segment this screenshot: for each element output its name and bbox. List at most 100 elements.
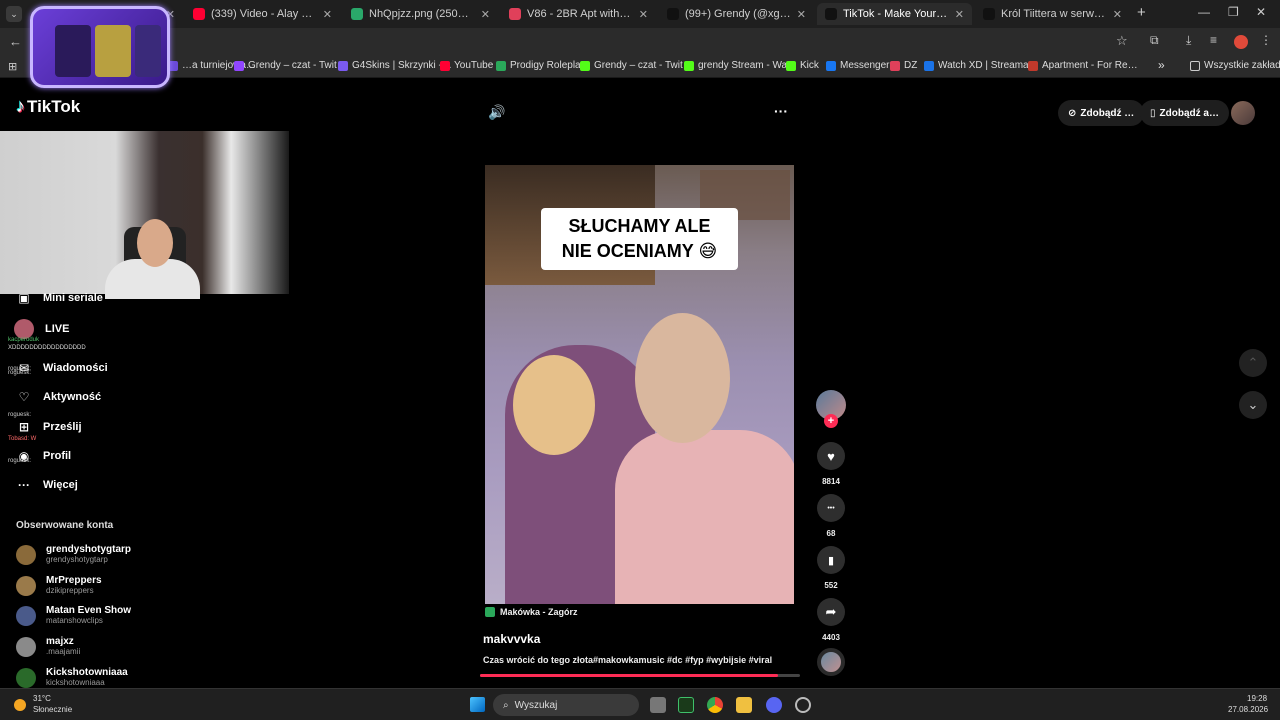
sidebar-item-0[interactable]: ▣ Mini seriale	[16, 290, 103, 306]
folder-icon	[1190, 60, 1200, 71]
bookmark-item[interactable]: Grendy – czat - Twit…	[234, 60, 347, 71]
bookmark-favicon-icon	[1028, 60, 1038, 71]
screen: ⌄ ✕(339) Video - Alay 2016 - YouTube✕NhQ…	[0, 0, 1280, 720]
user-avatar[interactable]	[1231, 101, 1255, 125]
sidebar-item-4[interactable]: ⊞ Prześlij	[16, 419, 82, 435]
bookmark-item[interactable]: Grendy – czat - Twit…	[580, 60, 693, 71]
tab-5[interactable]: TikTok - Make Your Day ✕	[817, 3, 972, 25]
all-bookmarks[interactable]: Wszystkie zakładki	[1190, 60, 1280, 71]
chat-message: XDDDDDDDDDDDDDDDDD	[8, 345, 86, 351]
sidebar-item-6[interactable]: ··· Więcej	[16, 477, 78, 493]
address-bar: ← ☆ ⧉ ⤓ ≡ ⋮	[0, 28, 1280, 56]
video-person-right-body	[615, 430, 794, 604]
tab-close-icon[interactable]: ✕	[955, 8, 964, 21]
tab-4[interactable]: (99+) Grendy (@xgrendy) | TikTok ✕	[659, 3, 814, 25]
get-coins-button[interactable]: ⊘ Zdobądź …	[1058, 100, 1145, 126]
tab-close-icon[interactable]: ✕	[639, 8, 648, 21]
discord-icon[interactable]	[766, 697, 782, 713]
tab-close-icon[interactable]: ✕	[323, 8, 332, 21]
previous-video-button[interactable]: ⌃	[1239, 349, 1267, 377]
app-green-icon[interactable]	[678, 697, 694, 713]
video-author[interactable]: makvvvka	[483, 632, 540, 646]
follow-plus-button[interactable]: +	[824, 414, 838, 428]
chat-message: roguesk:	[8, 458, 32, 464]
bookmark-item[interactable]: Watch XD | Streama…	[924, 60, 1039, 71]
more-options-icon[interactable]: ···	[774, 103, 788, 119]
bookmark-item[interactable]: G4Skins | Skrzynki -…	[338, 60, 452, 71]
bookmark-favicon-icon	[338, 60, 348, 71]
bookmark-item[interactable]: YouTube	[440, 60, 493, 71]
windows-start-icon[interactable]	[470, 697, 485, 712]
close-window-button[interactable]: ✕	[1256, 5, 1266, 19]
music-disc[interactable]	[817, 648, 845, 676]
account-name: grendyshotygtarp	[46, 544, 132, 555]
star-icon[interactable]: ☆	[1116, 33, 1128, 49]
download-icon[interactable]: ⤓	[1186, 33, 1191, 48]
like-button[interactable]: ♥	[817, 442, 845, 470]
comment-button[interactable]: •••	[817, 494, 845, 522]
tab-6[interactable]: Król Tiittera w serwisie X: „Czte… ✕	[975, 3, 1130, 25]
back-icon[interactable]: ←	[9, 34, 22, 49]
media-icon[interactable]: ≡	[1210, 33, 1217, 47]
followed-accounts-title: Obserwowane konta	[16, 520, 114, 531]
next-video-button[interactable]: ⌄	[1239, 391, 1267, 419]
get-app-button[interactable]: ▯ Zdobądź a…	[1140, 100, 1229, 126]
avatar	[16, 544, 36, 565]
followed-account[interactable]: majxz .maajamii	[16, 636, 80, 657]
tab-favicon-icon	[825, 8, 837, 20]
stream-overlay-badge	[30, 6, 170, 88]
bookmark-item[interactable]: DZ	[890, 60, 917, 71]
bookmark-item[interactable]: Kick	[786, 60, 819, 71]
browser-tab-bar: ⌄ ✕(339) Video - Alay 2016 - YouTube✕NhQ…	[0, 0, 1280, 28]
bookmark-item[interactable]: Messenger	[826, 60, 889, 71]
video-progress-bar[interactable]	[480, 674, 800, 677]
file-explorer-icon[interactable]	[736, 697, 752, 713]
followed-account[interactable]: MrPreppers dzikipreppers	[16, 575, 102, 596]
browser-menu-icon[interactable]: ⋮	[1260, 33, 1272, 47]
tab-search-icon[interactable]: ⌄	[6, 6, 22, 22]
taskbar-search[interactable]: ⌕ Wyszukaj	[493, 694, 639, 716]
comment-count: 68	[826, 529, 836, 538]
followed-account[interactable]: grendyshotygtarp grendyshotygtarp	[16, 544, 131, 565]
extensions-icon[interactable]: ⧉	[1150, 33, 1159, 48]
video-player[interactable]: SŁUCHAMY ALE NIE OCENIAMY 😅	[485, 165, 794, 604]
volume-icon[interactable]: 🔊	[488, 104, 505, 121]
tab-close-icon[interactable]: ✕	[1113, 8, 1122, 21]
bookmark-favicon-icon	[496, 60, 506, 71]
music-tag[interactable]: Makówka - Zagórz	[485, 607, 578, 617]
sidebar-item-label: LIVE	[45, 323, 70, 335]
coin-icon: ⊘	[1068, 107, 1077, 119]
tiktok-logo[interactable]: ♪ TikTok	[16, 96, 80, 117]
tab-3[interactable]: V86 - 2BR Apt with Stunning G… ✕	[501, 3, 656, 25]
share-button[interactable]: ➦	[817, 598, 845, 626]
bookmark-item[interactable]: Prodigy Roleplay	[496, 60, 586, 71]
profile-avatar[interactable]	[1234, 35, 1248, 49]
sidebar-item-label: Więcej	[43, 479, 78, 491]
new-tab-button[interactable]: +	[1137, 4, 1146, 21]
tab-close-icon[interactable]: ✕	[481, 8, 490, 21]
bookmark-item[interactable]: Apartment - For Re…	[1028, 60, 1138, 71]
restore-button[interactable]: ❐	[1228, 5, 1239, 19]
weather-sun-icon[interactable]	[14, 699, 26, 711]
account-username: .maajamii	[46, 647, 81, 656]
followed-account[interactable]: Matan Even Show matanshowclips	[16, 605, 131, 626]
bookmarks-more-button[interactable]: »	[1158, 58, 1165, 72]
minimize-button[interactable]: —	[1198, 5, 1210, 19]
task-view-icon[interactable]	[650, 697, 666, 713]
app-spinner-icon[interactable]	[795, 697, 811, 713]
chat-message: roguesk:	[8, 370, 32, 376]
sidebar-item-3[interactable]: ♡ Aktywność	[16, 389, 101, 405]
tab-2[interactable]: NhQpjzz.png (250×354) ✕	[343, 3, 498, 25]
save-button[interactable]: ▮	[817, 546, 845, 574]
followed-account[interactable]: Kickshotowniaaa kickshotowniaaa	[16, 667, 128, 688]
bookmark-item[interactable]: grendy Stream - Wa…	[684, 60, 797, 71]
tab-1[interactable]: (339) Video - Alay 2016 - YouTube ✕	[185, 3, 340, 25]
sidebar-item-1[interactable]: ● LIVE	[14, 319, 70, 339]
chrome-icon[interactable]	[707, 697, 723, 713]
sidebar-item-label: Profil	[43, 450, 72, 462]
tab-close-icon[interactable]: ✕	[797, 8, 806, 21]
apps-icon[interactable]: ⊞	[8, 60, 17, 73]
bookmarks-bar: ⊞ …a turniejowa… Grendy – czat - Twit… G4S…	[0, 56, 1280, 78]
tab-favicon-icon	[983, 8, 995, 20]
tab-title: NhQpjzz.png (250×354)	[369, 8, 475, 20]
